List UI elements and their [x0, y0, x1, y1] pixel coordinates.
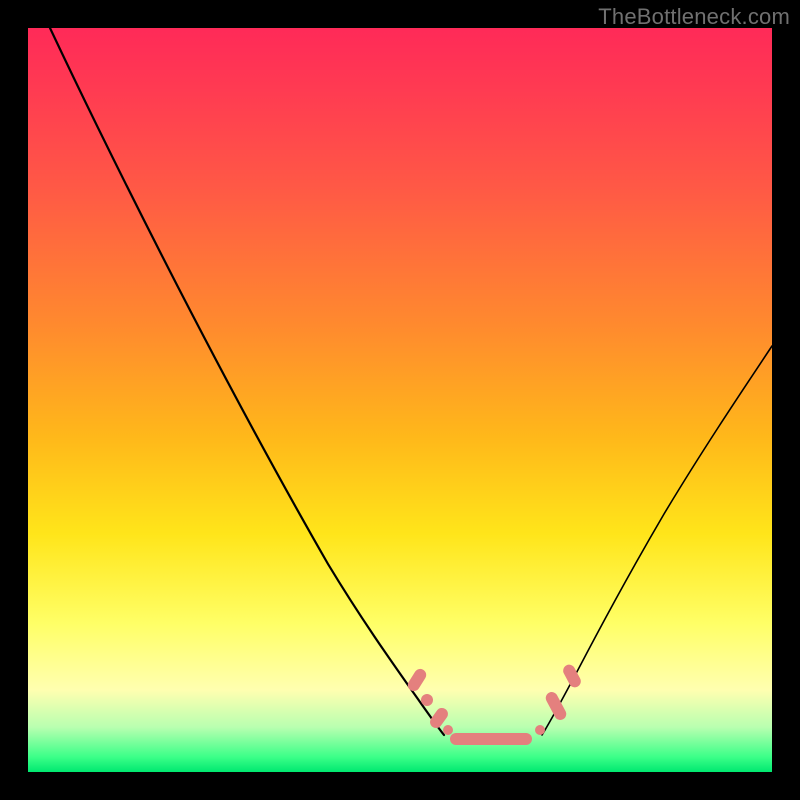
frame: TheBottleneck.com: [0, 0, 800, 800]
marker-right-dot-1: [535, 725, 545, 735]
plot-area: [28, 28, 772, 772]
marker-valley-bar: [450, 733, 532, 745]
curve-layer: [28, 28, 772, 772]
marker-left-dot-1: [421, 694, 433, 706]
watermark-text: TheBottleneck.com: [598, 4, 790, 30]
left-curve: [50, 28, 444, 735]
